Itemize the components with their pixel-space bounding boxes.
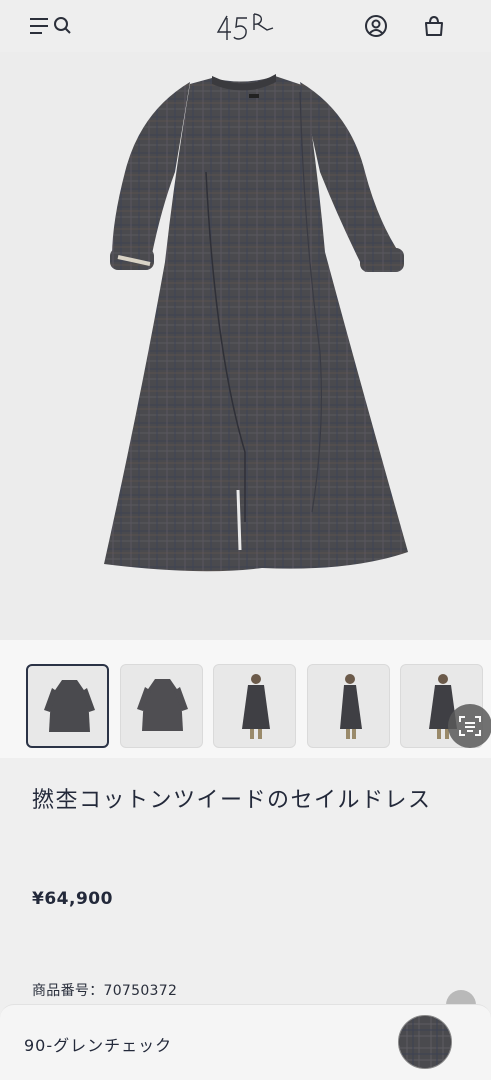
color-selector-bar[interactable]: 90-グレンチェック	[0, 1004, 491, 1080]
thumbnail-model-front[interactable]	[213, 664, 296, 748]
product-info: 撚杢コットンツイードのセイルドレス ¥64,900 商品番号：70750372	[0, 758, 491, 1004]
selected-color-name: 90-グレンチェック	[24, 1036, 173, 1055]
menu-search-button[interactable]	[28, 12, 76, 40]
product-main-image[interactable]	[0, 52, 491, 640]
brand-logo[interactable]	[215, 10, 275, 46]
account-button[interactable]	[362, 12, 390, 40]
hamburger-menu-icon[interactable]	[28, 14, 76, 38]
account-icon[interactable]	[364, 14, 388, 38]
product-title: 撚杢コットンツイードのセイルドレス	[32, 788, 432, 813]
image-search-button[interactable]	[448, 704, 491, 748]
header-bar	[0, 0, 491, 52]
color-swatch[interactable]	[398, 1015, 452, 1069]
thumbnail-dress-front[interactable]	[26, 664, 109, 748]
thumbnail-dress-back[interactable]	[120, 664, 203, 748]
thumbnail-gallery	[0, 640, 491, 758]
scan-icon[interactable]	[457, 713, 483, 739]
product-sku: 商品番号：70750372	[32, 983, 178, 999]
search-icon	[54, 17, 71, 34]
thumbnail-model-side[interactable]	[307, 664, 390, 748]
cart-button[interactable]	[420, 12, 448, 40]
shopping-bag-icon[interactable]	[422, 14, 446, 38]
product-price: ¥64,900	[32, 889, 113, 909]
